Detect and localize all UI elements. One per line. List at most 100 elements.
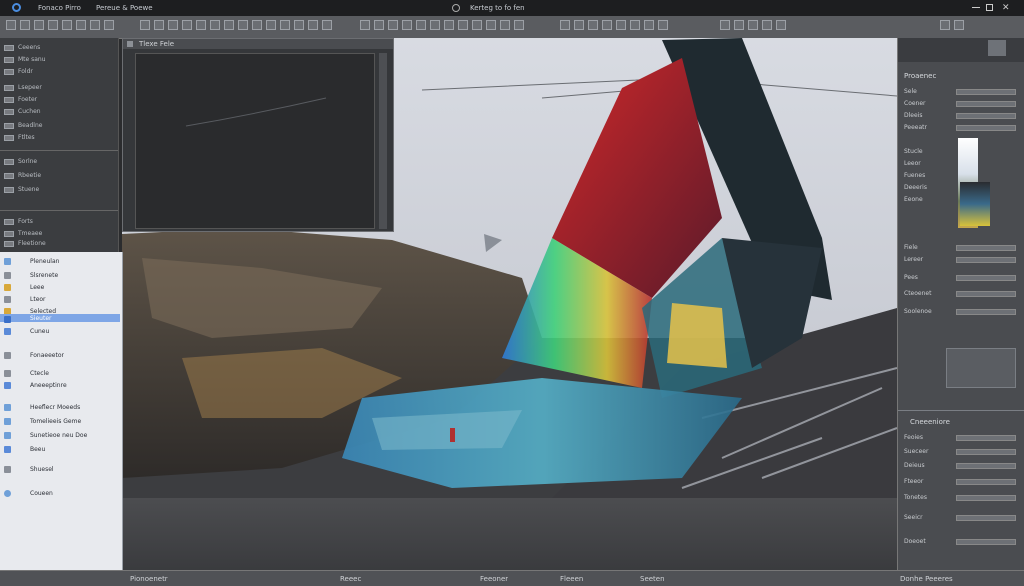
render-icon[interactable] xyxy=(104,20,114,30)
status-item[interactable]: Fleeen xyxy=(560,575,583,583)
left-row[interactable]: Cuchen xyxy=(4,108,112,117)
duplicate-icon[interactable] xyxy=(602,20,612,30)
modifier-icon[interactable] xyxy=(308,20,318,30)
left-row[interactable]: Stuene xyxy=(4,186,112,195)
shadow-icon[interactable] xyxy=(472,20,482,30)
export-icon[interactable] xyxy=(720,20,730,30)
view-front-icon[interactable] xyxy=(360,20,370,30)
menu-item-edit[interactable]: Pereue & Poewe xyxy=(96,4,153,12)
particles-icon[interactable] xyxy=(280,20,290,30)
property-row[interactable]: Doeoet xyxy=(904,538,1018,546)
list-item[interactable]: Shuesel xyxy=(0,464,120,475)
property-row[interactable]: Dleeis xyxy=(904,112,1018,120)
list-item[interactable]: Leee xyxy=(0,282,120,293)
view-persp-icon[interactable] xyxy=(402,20,412,30)
lock-icon[interactable] xyxy=(658,20,668,30)
ao-icon[interactable] xyxy=(486,20,496,30)
status-item[interactable]: Seeten xyxy=(640,575,665,583)
status-item[interactable]: Pionoenetr xyxy=(130,575,168,583)
anim-icon[interactable] xyxy=(224,20,234,30)
close-icon[interactable]: ✕ xyxy=(1002,3,1010,13)
left-row[interactable]: Foldr xyxy=(4,68,112,77)
property-row[interactable]: Cteoenet xyxy=(904,290,1018,298)
property-row[interactable]: Fuenes xyxy=(904,172,1018,180)
constraint-icon[interactable] xyxy=(294,20,304,30)
list-item-selected[interactable]: Sieuter xyxy=(0,314,120,323)
settings-icon[interactable] xyxy=(940,20,950,30)
graph-window-header[interactable]: Tlexe Fele xyxy=(123,39,393,49)
ungroup-icon[interactable] xyxy=(630,20,640,30)
list-item[interactable]: Pleneulan xyxy=(0,256,120,267)
list-item[interactable]: Cuneu xyxy=(0,326,120,337)
status-item[interactable]: Feeoner xyxy=(480,575,508,583)
camera-icon[interactable] xyxy=(90,20,100,30)
list-item[interactable]: Coueen xyxy=(0,488,120,499)
help-icon[interactable] xyxy=(954,20,964,30)
property-row[interactable]: Coener xyxy=(904,100,1018,108)
minimize-icon[interactable] xyxy=(972,7,980,8)
graph-editor-window[interactable]: Tlexe Fele xyxy=(122,38,394,232)
list-item[interactable]: Slsrenete xyxy=(0,270,120,281)
keyframe-icon[interactable] xyxy=(238,20,248,30)
shaded-icon[interactable] xyxy=(430,20,440,30)
maximize-icon[interactable] xyxy=(986,4,993,11)
grid-icon[interactable] xyxy=(76,20,86,30)
property-row[interactable]: Eeone xyxy=(904,196,1018,204)
wireframe-icon[interactable] xyxy=(416,20,426,30)
left-row[interactable]: Rbeetie xyxy=(4,172,112,181)
move-tool-icon[interactable] xyxy=(20,20,30,30)
left-row[interactable]: Beadlne xyxy=(4,122,112,131)
lighting-icon[interactable] xyxy=(458,20,468,30)
mesh-icon[interactable] xyxy=(168,20,178,30)
list-item[interactable]: Heeflecr Moeeds xyxy=(0,402,120,413)
rotate-tool-icon[interactable] xyxy=(34,20,44,30)
status-item[interactable]: Donhe Peeeres xyxy=(900,575,953,583)
redo-icon[interactable] xyxy=(776,20,786,30)
paint-icon[interactable] xyxy=(196,20,206,30)
property-row[interactable]: Leeor xyxy=(904,160,1018,168)
property-row[interactable]: Seeicr xyxy=(904,514,1018,522)
graph-canvas[interactable] xyxy=(135,53,375,229)
left-row[interactable]: Forts xyxy=(4,218,112,227)
isolate-icon[interactable] xyxy=(500,20,510,30)
layers-icon[interactable] xyxy=(322,20,332,30)
list-item[interactable]: Tomelieeis Geme xyxy=(0,416,120,427)
scale-tool-icon[interactable] xyxy=(48,20,58,30)
group-icon[interactable] xyxy=(616,20,626,30)
pivot-icon[interactable] xyxy=(560,20,570,30)
left-row[interactable]: Fleetione xyxy=(4,240,112,249)
view-top-icon[interactable] xyxy=(388,20,398,30)
list-item[interactable]: Ctecle xyxy=(0,368,120,379)
import-icon[interactable] xyxy=(734,20,744,30)
list-item[interactable]: Aneeeptinre xyxy=(0,380,120,391)
left-row[interactable]: Sorlne xyxy=(4,158,112,167)
property-row[interactable]: Tonetes xyxy=(904,494,1018,502)
property-row[interactable]: Stucle xyxy=(904,148,1018,156)
property-row[interactable]: Soolenoe xyxy=(904,308,1018,316)
snap-icon[interactable] xyxy=(62,20,72,30)
save-icon[interactable] xyxy=(748,20,758,30)
home-icon[interactable] xyxy=(452,4,460,12)
property-row[interactable]: Peeeatr xyxy=(904,124,1018,132)
textured-icon[interactable] xyxy=(444,20,454,30)
left-row[interactable]: Ftltes xyxy=(4,134,112,143)
property-row[interactable]: Lereer xyxy=(904,256,1018,264)
property-row[interactable]: Sueceer xyxy=(904,448,1018,456)
property-row[interactable]: Sele xyxy=(904,88,1018,96)
light-icon[interactable] xyxy=(140,20,150,30)
physics-icon[interactable] xyxy=(266,20,276,30)
left-row[interactable]: Foeter xyxy=(4,96,112,105)
window-menu-icon[interactable] xyxy=(127,41,133,47)
uv-icon[interactable] xyxy=(210,20,220,30)
property-row[interactable]: Pees xyxy=(904,274,1018,282)
material-icon[interactable] xyxy=(154,20,164,30)
property-row[interactable]: Deieus xyxy=(904,462,1018,470)
undo-icon[interactable] xyxy=(762,20,772,30)
graph-scrollbar[interactable] xyxy=(379,53,387,229)
align-icon[interactable] xyxy=(574,20,584,30)
select-tool-icon[interactable] xyxy=(6,20,16,30)
frame-icon[interactable] xyxy=(514,20,524,30)
view-side-icon[interactable] xyxy=(374,20,384,30)
hide-icon[interactable] xyxy=(644,20,654,30)
left-row[interactable]: Lsepeer xyxy=(4,84,112,93)
